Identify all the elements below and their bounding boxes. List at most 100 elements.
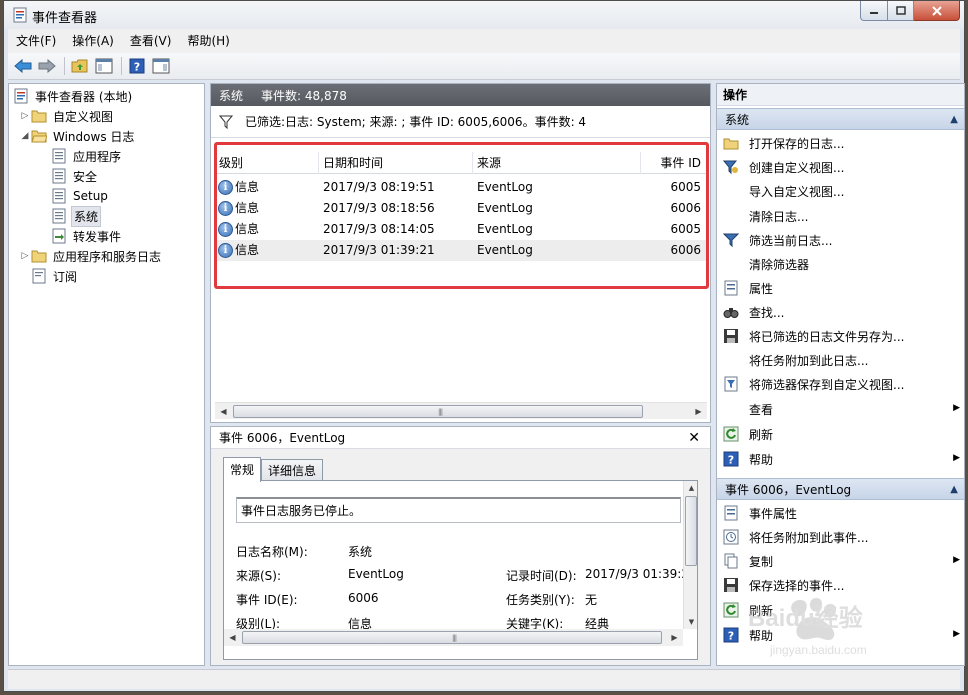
scroll-down-icon[interactable]: ▼ xyxy=(684,615,697,629)
back-button[interactable] xyxy=(12,56,34,76)
action-label: 属性 xyxy=(749,281,774,296)
table-row[interactable]: i 信息 2017/9/3 08:19:51 EventLog 6005 xyxy=(215,177,707,198)
menu-help[interactable]: 帮助(H) xyxy=(179,29,237,53)
tree-item-windows-logs[interactable]: ◢ Windows 日志 xyxy=(19,126,136,146)
event-viewer-window: 事件查看器 文件(F) 操作(A) 查看(V) 帮助(H) ? 事件查看器 (本… xyxy=(3,0,965,692)
event-list-horizontal-scrollbar[interactable]: ◀ ||| ▶ xyxy=(215,402,707,419)
collapse-arrow-icon[interactable]: ◢ xyxy=(19,131,31,141)
up-folder-button[interactable] xyxy=(69,56,91,76)
action-properties[interactable]: 属性 xyxy=(717,276,964,300)
action-open-saved-log[interactable]: 打开保存的日志... xyxy=(717,131,964,155)
tree-item-root[interactable]: 事件查看器 (本地) xyxy=(13,86,134,106)
close-button[interactable] xyxy=(914,1,960,21)
row-datetime: 2017/9/3 01:39:21 xyxy=(323,243,435,257)
minimize-button[interactable] xyxy=(860,1,888,21)
action-view-menu[interactable]: 查看 ▶ xyxy=(717,397,964,421)
tree-item-setup[interactable]: Setup xyxy=(51,186,110,206)
event-list-pane: 系统 事件数: 48,878 已筛选:日志: System; 来源: ; 事件 … xyxy=(210,83,711,423)
scrollbar-thumb[interactable]: ||| xyxy=(233,405,643,418)
detail-horizontal-scrollbar[interactable]: ◀ ||| ▶ xyxy=(224,629,683,646)
row-event-id: 6006 xyxy=(670,201,701,215)
caption-buttons xyxy=(860,1,960,21)
scroll-right-icon[interactable]: ▶ xyxy=(690,403,707,420)
tree-item-application[interactable]: 应用程序 xyxy=(51,146,123,166)
expand-arrow-icon[interactable]: ▷ xyxy=(19,111,31,121)
back-arrow-icon xyxy=(14,59,32,73)
action-label: 帮助 xyxy=(749,452,774,467)
tab-general[interactable]: 常规 xyxy=(223,457,262,482)
collapse-section-icon[interactable]: ▲ xyxy=(950,479,958,501)
actions-section-event[interactable]: 事件 6006，EventLog ▲ xyxy=(717,478,964,500)
show-hide-action-pane-button[interactable] xyxy=(150,56,172,76)
action-attach-task-to-event[interactable]: 将任务附加到此事件... xyxy=(717,525,964,549)
action-import-custom-view[interactable]: 导入自定义视图... xyxy=(717,179,964,203)
scroll-left-icon[interactable]: ◀ xyxy=(215,403,232,420)
event-description[interactable]: 事件日志服务已停止。 xyxy=(236,497,681,523)
scrollbar-thumb[interactable] xyxy=(685,496,697,566)
action-clear-log[interactable]: 清除日志... xyxy=(717,204,964,228)
close-detail-icon[interactable]: ✕ xyxy=(688,430,700,446)
row-event-id: 6005 xyxy=(670,180,701,194)
action-clear-filter[interactable]: 清除筛选器 xyxy=(717,252,964,276)
log-name-value[interactable]: 系统 xyxy=(348,543,372,560)
task-category-value[interactable]: 无 xyxy=(585,591,597,608)
section-label: 系统 xyxy=(725,113,750,127)
action-label: 筛选当前日志... xyxy=(749,233,833,248)
submenu-arrow-icon: ▶ xyxy=(953,555,960,565)
scrollbar-thumb[interactable]: ||| xyxy=(242,631,662,644)
logged-value[interactable]: 2017/9/3 01:39:2 xyxy=(585,567,689,581)
event-detail-title: 事件 6006，EventLog xyxy=(219,431,346,445)
section-label: 事件 6006，EventLog xyxy=(725,483,852,497)
column-datetime[interactable]: 日期和时间 xyxy=(319,152,473,174)
tree-item-subscriptions[interactable]: 订阅 xyxy=(31,266,79,286)
tree-item-system[interactable]: 系统 xyxy=(51,205,102,227)
tree-item-forwarded-events[interactable]: 转发事件 xyxy=(51,226,123,246)
action-attach-task-to-log[interactable]: 将任务附加到此日志... xyxy=(717,348,964,372)
action-filter-current-log[interactable]: 筛选当前日志... xyxy=(717,228,964,252)
action-copy[interactable]: 复制 ▶ xyxy=(717,549,964,573)
help-button[interactable]: ? xyxy=(126,56,148,76)
detail-vertical-scrollbar[interactable]: ▲ ▼ xyxy=(683,481,697,629)
scroll-right-icon[interactable]: ▶ xyxy=(666,629,683,646)
toolbar-separator xyxy=(121,57,122,75)
action-create-custom-view[interactable]: 创建自定义视图... xyxy=(717,155,964,179)
event-list-header: 系统 事件数: 48,878 xyxy=(211,84,710,106)
menu-view[interactable]: 查看(V) xyxy=(122,29,180,53)
show-hide-tree-button[interactable] xyxy=(93,56,115,76)
expand-arrow-icon[interactable]: ▷ xyxy=(19,251,31,261)
action-find[interactable]: 查找... xyxy=(717,300,964,324)
column-event-id[interactable]: 事件 ID xyxy=(641,152,707,174)
event-id-value[interactable]: 6006 xyxy=(348,591,379,605)
collapse-section-icon[interactable]: ▲ xyxy=(950,109,958,131)
watermark-url: jingyan.baidu.com xyxy=(769,643,867,657)
source-value[interactable]: EventLog xyxy=(348,567,404,581)
log-name-label: 日志名称(M): xyxy=(236,545,308,559)
action-save-filter-to-view[interactable]: 将筛选器保存到自定义视图... xyxy=(717,372,964,396)
action-refresh[interactable]: 刷新 xyxy=(717,422,964,446)
scroll-left-icon[interactable]: ◀ xyxy=(224,629,241,646)
tree-item-security[interactable]: 安全 xyxy=(51,166,99,186)
column-level[interactable]: 级别 xyxy=(215,152,319,174)
tree-item-app-services-logs[interactable]: ▷ 应用程序和服务日志 xyxy=(19,246,163,266)
menu-action[interactable]: 操作(A) xyxy=(64,29,122,53)
table-row-selected[interactable]: i 信息 2017/9/3 01:39:21 EventLog 6006 xyxy=(215,240,707,261)
row-event-id: 6005 xyxy=(670,222,701,236)
table-row[interactable]: i 信息 2017/9/3 08:14:05 EventLog 6005 xyxy=(215,219,707,240)
folder-open-icon xyxy=(31,130,47,143)
tree-item-custom-views[interactable]: ▷ 自定义视图 xyxy=(19,106,115,126)
action-event-properties[interactable]: 事件属性 xyxy=(717,501,964,525)
tree-label: 应用程序 xyxy=(73,149,122,164)
tree-label: 自定义视图 xyxy=(53,109,114,124)
tab-details[interactable]: 详细信息 xyxy=(261,459,324,481)
scroll-up-icon[interactable]: ▲ xyxy=(684,481,697,495)
menu-file[interactable]: 文件(F) xyxy=(8,29,64,53)
forward-button[interactable] xyxy=(36,56,58,76)
action-save-filtered-log[interactable]: 将已筛选的日志文件另存为... xyxy=(717,324,964,348)
table-row[interactable]: i 信息 2017/9/3 08:18:56 EventLog 6006 xyxy=(215,198,707,219)
filter-icon xyxy=(723,233,739,248)
column-source[interactable]: 来源 xyxy=(473,152,641,174)
actions-section-system[interactable]: 系统 ▲ xyxy=(717,108,964,130)
open-folder-icon xyxy=(723,138,739,150)
action-help-menu[interactable]: ? 帮助 ▶ xyxy=(717,447,964,471)
maximize-button[interactable] xyxy=(888,1,914,21)
